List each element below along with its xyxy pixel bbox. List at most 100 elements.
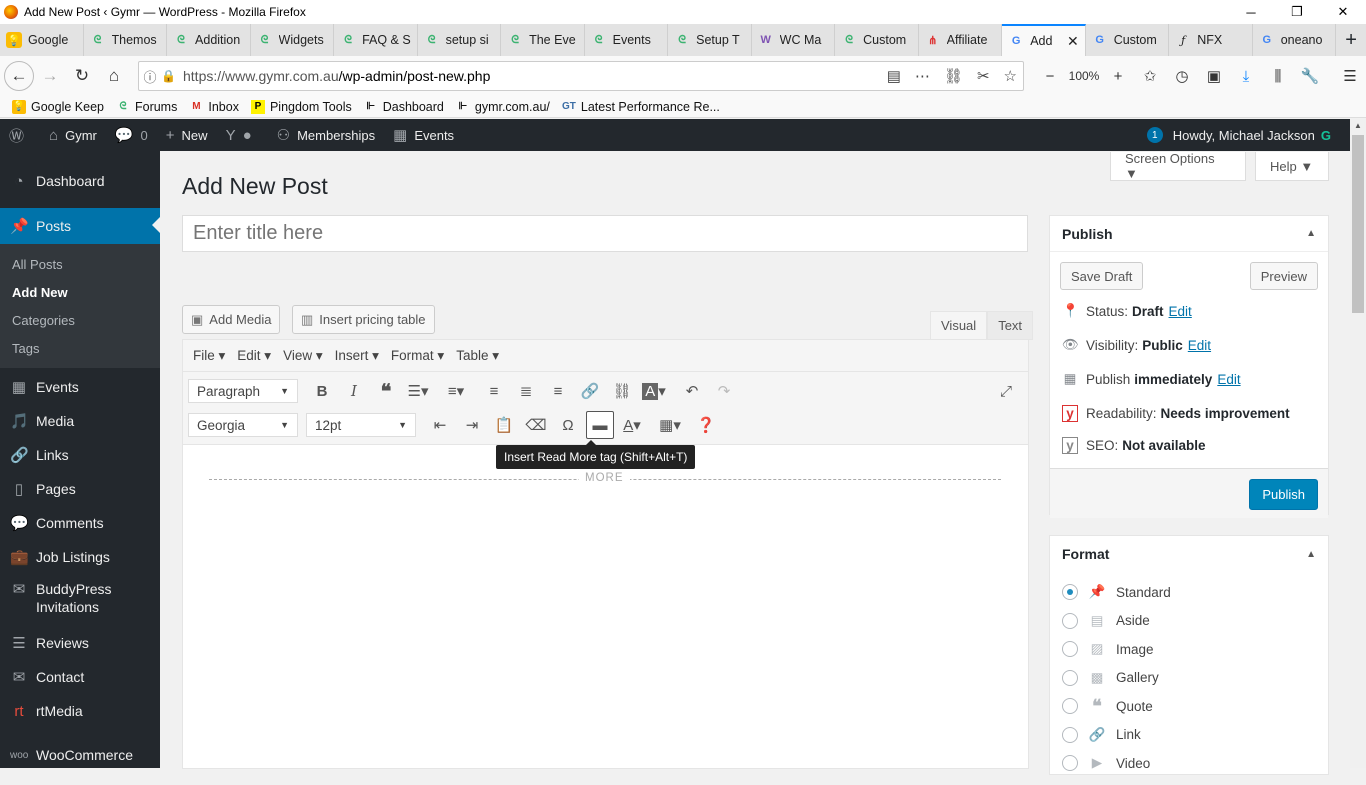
browser-tab[interactable]: ᘓ FAQ & S	[334, 24, 418, 56]
browser-tab[interactable]: ⋔ Affiliate	[919, 24, 1003, 56]
collapse-arrow-icon[interactable]: ▲	[1306, 549, 1316, 560]
sidebar-item-contact[interactable]: ✉ Contact	[0, 660, 160, 694]
browser-tab[interactable]: ᘓ Events	[585, 24, 669, 56]
menu-format[interactable]: Format ▾	[391, 348, 444, 364]
menu-view[interactable]: View ▾	[283, 348, 323, 364]
browser-tab[interactable]: ᘓ Setup T	[668, 24, 752, 56]
clear-formatting-icon[interactable]: ⌫	[520, 411, 552, 439]
font-family-select[interactable]: Georgia ▼	[188, 413, 298, 437]
sidebar-item-woocommerce[interactable]: woo WooCommerce	[0, 738, 160, 772]
align-center-icon[interactable]: ≣	[510, 377, 542, 405]
sidebar-item-reviews[interactable]: ☰ Reviews	[0, 626, 160, 660]
fullscreen-icon[interactable]: ⤢	[990, 377, 1022, 405]
yoast-menu[interactable]: Y ●	[217, 119, 268, 151]
blockquote-icon[interactable]: ❝	[370, 377, 402, 405]
redo-icon[interactable]: ↷	[708, 377, 740, 405]
preview-button[interactable]: Preview	[1249, 262, 1318, 290]
close-window-button[interactable]: ✕	[1320, 0, 1366, 24]
page-scrollbar[interactable]: ▲	[1350, 119, 1366, 768]
background-color-icon[interactable]: A ▾	[638, 377, 670, 405]
format-option-gallery[interactable]: ▩ Gallery	[1050, 664, 1328, 693]
bullet-list-icon[interactable]: ☰▾	[402, 377, 434, 405]
edit-schedule-link[interactable]: Edit	[1217, 372, 1240, 387]
sidebar-item-posts[interactable]: 📌 Posts	[0, 208, 160, 244]
bookmark-forums[interactable]: ᘓ Forums	[116, 100, 177, 114]
link-icon[interactable]: ⛓	[944, 67, 963, 85]
browser-tab[interactable]: ᘓ setup si	[418, 24, 502, 56]
library-icon[interactable]: ⫼	[1262, 68, 1294, 85]
scroll-up-icon[interactable]: ▲	[1354, 121, 1362, 130]
events-link[interactable]: ▦ Events	[384, 119, 463, 151]
pocket-icon[interactable]: ✩	[1134, 67, 1166, 85]
minimize-button[interactable]: ─	[1228, 0, 1274, 24]
browser-tab[interactable]: W WC Ma	[752, 24, 836, 56]
download-icon[interactable]: ⤓	[1230, 68, 1262, 85]
browser-tab[interactable]: ᘓ Themos	[84, 24, 168, 56]
radio-button[interactable]	[1062, 755, 1078, 772]
radio-button[interactable]	[1062, 726, 1078, 743]
sidebar-item-media[interactable]: 🎵 Media	[0, 404, 160, 438]
radio-button[interactable]	[1062, 584, 1078, 601]
new-content-link[interactable]: + New	[157, 119, 217, 151]
help-icon[interactable]: ❓	[690, 411, 722, 439]
screen-options-button[interactable]: Screen Options ▼	[1110, 151, 1246, 181]
memberships-link[interactable]: ⚇ Memberships	[268, 119, 384, 151]
sidebar-item-job-listings[interactable]: 💼 Job Listings	[0, 540, 160, 574]
zoom-level[interactable]: 100%	[1066, 69, 1102, 83]
read-more-icon[interactable]: ▬	[586, 411, 614, 439]
browser-tab[interactable]: ƒ NFX	[1169, 24, 1253, 56]
site-name-link[interactable]: ⌂ Gymr	[40, 119, 106, 151]
save-draft-button[interactable]: Save Draft	[1060, 262, 1144, 290]
font-size-select[interactable]: 12pt ▼	[306, 413, 416, 437]
url-bar[interactable]: ⓘ 🔒 https://www.gymr.com.au/wp-admin/pos…	[138, 61, 1024, 91]
bookmark-gymr[interactable]: ⊩ gymr.com.au/	[456, 100, 550, 114]
undo-icon[interactable]: ↶	[676, 377, 708, 405]
sidebar-item-rtmedia[interactable]: rt rtMedia	[0, 694, 160, 728]
paste-text-icon[interactable]: 📋	[488, 411, 520, 439]
format-option-image[interactable]: ▨ Image	[1050, 635, 1328, 664]
reload-button[interactable]: ↻	[66, 60, 98, 92]
align-right-icon[interactable]: ≡	[542, 377, 574, 405]
radio-button[interactable]	[1062, 698, 1078, 715]
zoom-out-button[interactable]: −	[1034, 68, 1066, 85]
bold-icon[interactable]: B	[306, 377, 338, 405]
bookmark-dashboard[interactable]: ⊩ Dashboard	[364, 100, 444, 114]
numbered-list-icon[interactable]: ≡▾	[440, 377, 472, 405]
close-tab-icon[interactable]: ✕	[1067, 33, 1079, 50]
bookmark-pingdom[interactable]: P Pingdom Tools	[250, 99, 352, 114]
bookmark-inbox[interactable]: M Inbox	[189, 100, 239, 114]
italic-icon[interactable]: I	[338, 377, 370, 405]
screenshot-icon[interactable]: ✂	[977, 67, 990, 85]
home-button[interactable]: ⌂	[98, 60, 130, 92]
paragraph-format-select[interactable]: Paragraph ▼	[188, 379, 298, 403]
tab-visual[interactable]: Visual	[930, 311, 988, 340]
format-option-quote[interactable]: ❝ Quote	[1050, 692, 1328, 721]
edit-status-link[interactable]: Edit	[1169, 304, 1192, 319]
tools-icon[interactable]: 🔧	[1294, 67, 1326, 85]
forward-button[interactable]: →	[34, 60, 66, 92]
page-actions-icon[interactable]: ⋯	[915, 67, 930, 85]
outdent-icon[interactable]: ⇤	[424, 411, 456, 439]
menu-insert[interactable]: Insert ▾	[335, 348, 379, 364]
url-text[interactable]: https://www.gymr.com.au/wp-admin/post-ne…	[183, 68, 490, 84]
reader-view-icon[interactable]: ▤	[887, 67, 901, 85]
folder-icon[interactable]: ▣	[1198, 67, 1230, 85]
sidebar-item-events[interactable]: ▦ Events	[0, 370, 160, 404]
browser-tab[interactable]: ᘓ Addition	[167, 24, 251, 56]
sidebar-item-dashboard[interactable]: ◔ Dashboard	[0, 164, 160, 198]
special-character-icon[interactable]: Ω	[552, 411, 584, 439]
menu-icon[interactable]: ☰	[1334, 67, 1366, 85]
back-button[interactable]: ←	[4, 61, 34, 91]
menu-file[interactable]: File ▾	[193, 348, 225, 364]
insert-link-icon[interactable]: 🔗	[574, 377, 606, 405]
format-option-video[interactable]: ▶ Video	[1050, 749, 1328, 778]
collapse-arrow-icon[interactable]: ▲	[1306, 228, 1316, 239]
radio-button[interactable]	[1062, 612, 1078, 629]
user-account-menu[interactable]: 1 Howdy, Michael Jackson G	[1138, 119, 1340, 151]
table-icon[interactable]: ▦▾	[654, 411, 686, 439]
add-media-button[interactable]: ▣ Add Media	[182, 305, 281, 334]
bookmark-gtmetrix[interactable]: GT Latest Performance Re...	[562, 100, 720, 114]
submenu-categories[interactable]: Categories	[0, 306, 160, 334]
restore-button[interactable]: ❐	[1274, 0, 1320, 24]
submenu-tags[interactable]: Tags	[0, 334, 160, 362]
